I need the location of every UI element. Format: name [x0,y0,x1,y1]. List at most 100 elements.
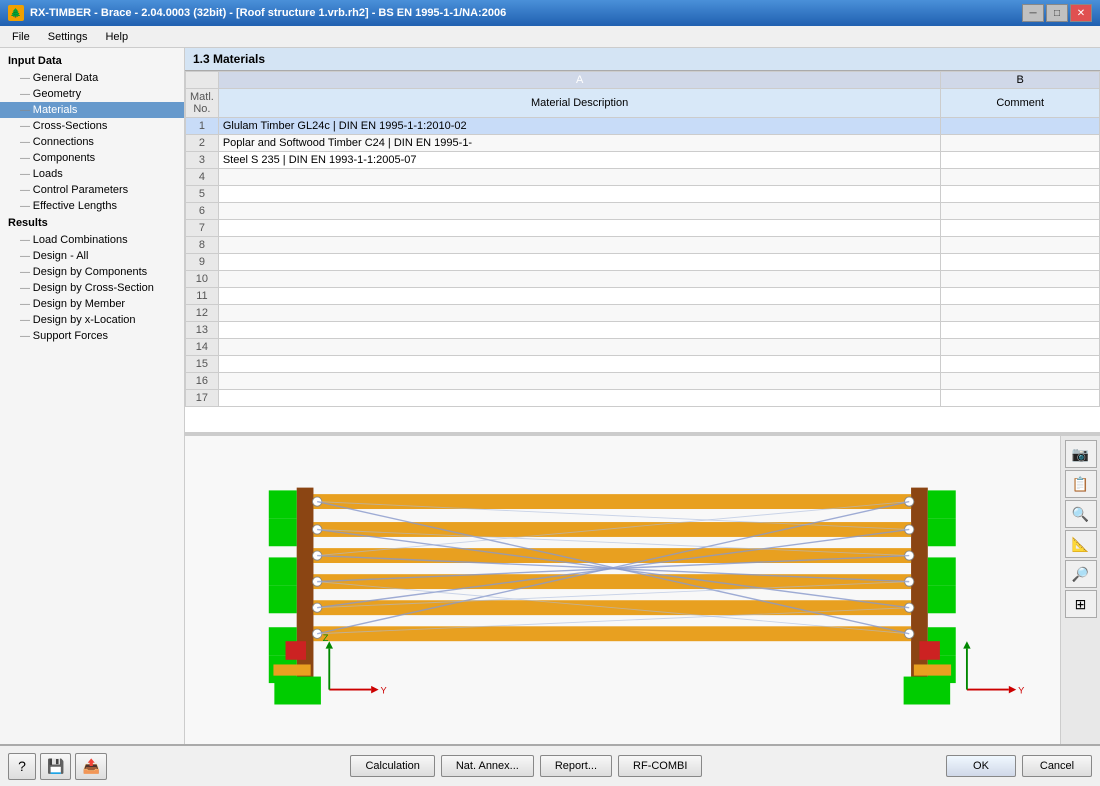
row-comment [941,390,1100,407]
row-num: 12 [186,305,219,322]
ok-button[interactable]: OK [946,755,1016,777]
col-header-b: B [941,72,1100,89]
sidebar-item-effective-lengths[interactable]: Effective Lengths [0,198,184,214]
table-row[interactable]: 1 Glulam Timber GL24c | DIN EN 1995-1-1:… [186,118,1100,135]
viz-btn-zoom-fit[interactable]: 🔎 [1065,560,1097,588]
viz-btn-measure[interactable]: 📐 [1065,530,1097,558]
sub-header-comment: Comment [941,89,1100,118]
minimize-button[interactable]: ─ [1022,4,1044,22]
title-bar: 🌲 RX-TIMBER - Brace - 2.04.0003 (32bit) … [0,0,1100,26]
row-material: Steel S 235 | DIN EN 1993-1-1:2005-07 [218,152,941,169]
table-row[interactable]: 5 [186,186,1100,203]
main-container: Input Data General Data Geometry Materia… [0,48,1100,786]
table-row[interactable]: 8 [186,237,1100,254]
row-material: Poplar and Softwood Timber C24 | DIN EN … [218,135,941,152]
menu-file[interactable]: File [4,29,38,45]
row-material [218,356,941,373]
table-scroll[interactable]: A B Matl. No. Material Description Comme… [185,71,1100,432]
row-num: 13 [186,322,219,339]
row-num: 7 [186,220,219,237]
table-row[interactable]: 2 Poplar and Softwood Timber C24 | DIN E… [186,135,1100,152]
menu-help[interactable]: Help [97,29,136,45]
sidebar-item-cross-sections[interactable]: Cross-Sections [0,118,184,134]
svg-text:Z: Z [323,633,329,643]
row-num: 17 [186,390,219,407]
app-icon: 🌲 [8,5,24,21]
table-row[interactable]: 9 [186,254,1100,271]
nat-annex-button[interactable]: Nat. Annex... [441,755,534,777]
row-num: 6 [186,203,219,220]
row-comment [941,118,1100,135]
row-comment [941,220,1100,237]
rf-combi-button[interactable]: RF-COMBI [618,755,702,777]
row-num: 5 [186,186,219,203]
row-num: 15 [186,356,219,373]
row-comment [941,152,1100,169]
table-row[interactable]: 3 Steel S 235 | DIN EN 1993-1-1:2005-07 [186,152,1100,169]
bottom-bar: ? 💾 📤 Calculation Nat. Annex... Report..… [0,744,1100,786]
viz-btn-grid[interactable]: ⊞ [1065,590,1097,618]
window-controls: ─ □ ✕ [1022,4,1092,22]
export-button[interactable]: 📤 [75,753,106,780]
calculation-button[interactable]: Calculation [350,755,434,777]
table-row[interactable]: 15 [186,356,1100,373]
brace-diagram: Y Z Y [185,436,1060,744]
table-row[interactable]: 10 [186,271,1100,288]
sidebar-item-design-cross-section[interactable]: Design by Cross-Section [0,280,184,296]
table-title: 1.3 Materials [185,48,1100,71]
table-row[interactable]: 11 [186,288,1100,305]
sidebar-item-components[interactable]: Components [0,150,184,166]
sidebar-item-load-combinations[interactable]: Load Combinations [0,232,184,248]
table-row[interactable]: 6 [186,203,1100,220]
viz-toolbar: 📷 📋 🔍 📐 🔎 ⊞ [1060,436,1100,744]
close-button[interactable]: ✕ [1070,4,1092,22]
sidebar-item-loads[interactable]: Loads [0,166,184,182]
sidebar-item-connections[interactable]: Connections [0,134,184,150]
row-material [218,186,941,203]
sub-header-description: Material Description [218,89,941,118]
sidebar-item-design-components[interactable]: Design by Components [0,264,184,280]
sidebar-item-materials[interactable]: Materials [0,102,184,118]
maximize-button[interactable]: □ [1046,4,1068,22]
row-comment [941,203,1100,220]
sidebar-item-design-all[interactable]: Design - All [0,248,184,264]
table-row[interactable]: 14 [186,339,1100,356]
row-material [218,271,941,288]
menu-settings[interactable]: Settings [40,29,96,45]
row-material [218,254,941,271]
col-header-num [186,72,219,89]
table-row[interactable]: 7 [186,220,1100,237]
row-num: 16 [186,373,219,390]
viz-btn-copy[interactable]: 📋 [1065,470,1097,498]
row-comment [941,135,1100,152]
table-row[interactable]: 12 [186,305,1100,322]
content-area: Input Data General Data Geometry Materia… [0,48,1100,744]
col-header-a[interactable]: A [218,72,941,89]
sidebar: Input Data General Data Geometry Materia… [0,48,185,744]
right-panel: 1.3 Materials A B Matl. No. [185,48,1100,744]
cancel-button[interactable]: Cancel [1022,755,1092,777]
save-button[interactable]: 💾 [40,753,71,780]
row-num: 8 [186,237,219,254]
sidebar-item-general-data[interactable]: General Data [0,70,184,86]
sidebar-item-support-forces[interactable]: Support Forces [0,328,184,344]
table-row[interactable]: 17 [186,390,1100,407]
sidebar-item-design-x-location[interactable]: Design by x-Location [0,312,184,328]
table-row[interactable]: 13 [186,322,1100,339]
table-row[interactable]: 16 [186,373,1100,390]
help-button[interactable]: ? [8,753,36,780]
table-row[interactable]: 4 [186,169,1100,186]
viz-btn-zoom-area[interactable]: 🔍 [1065,500,1097,528]
viz-btn-camera[interactable]: 📷 [1065,440,1097,468]
table-wrapper: A B Matl. No. Material Description Comme… [185,71,1100,432]
sidebar-item-geometry[interactable]: Geometry [0,86,184,102]
bottom-left-buttons: ? 💾 📤 [8,753,107,780]
sidebar-item-control-parameters[interactable]: Control Parameters [0,182,184,198]
row-comment [941,237,1100,254]
window-title: RX-TIMBER - Brace - 2.04.0003 (32bit) - … [30,7,506,19]
row-num: 2 [186,135,219,152]
row-comment [941,339,1100,356]
report-button[interactable]: Report... [540,755,612,777]
sidebar-item-design-member[interactable]: Design by Member [0,296,184,312]
row-num: 4 [186,169,219,186]
